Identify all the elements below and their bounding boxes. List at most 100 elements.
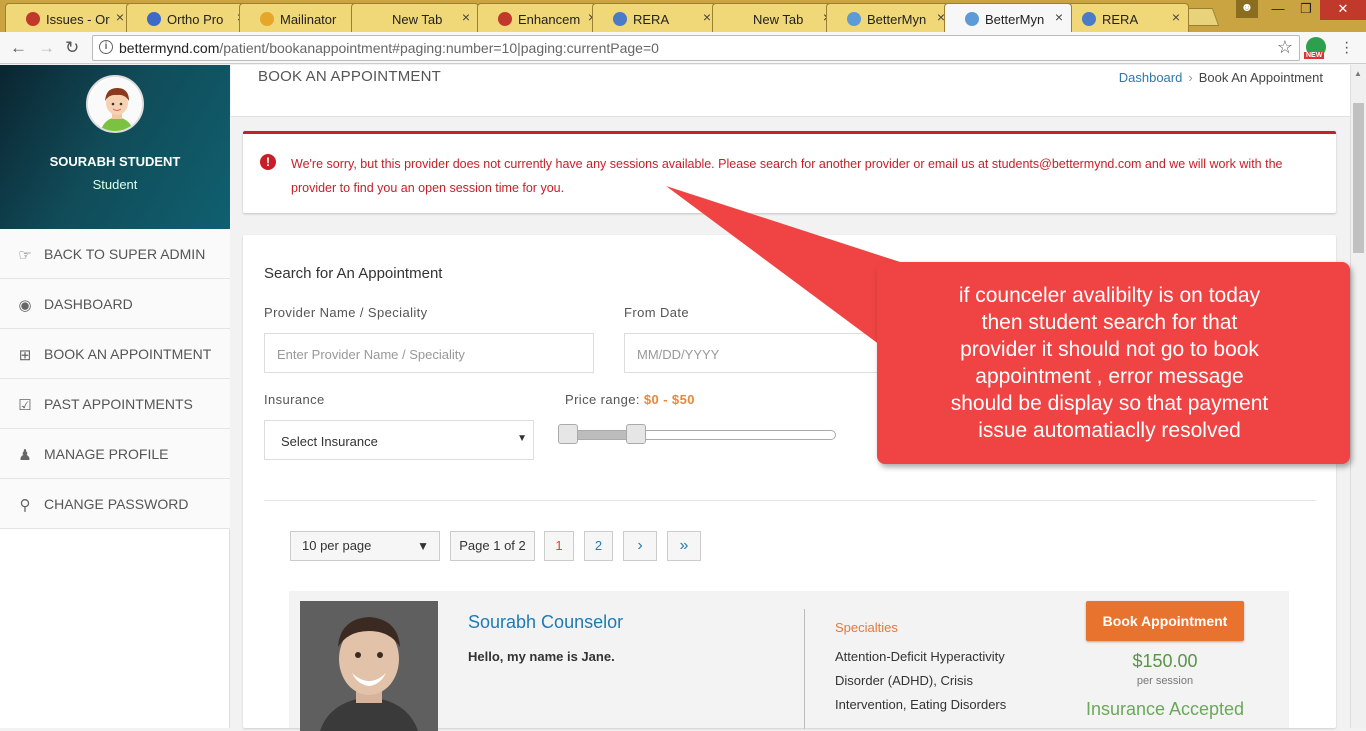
info-icon[interactable]: i	[99, 40, 113, 54]
dashboard-gauge-icon: ◉	[18, 297, 32, 314]
tab-close-icon[interactable]: ×	[462, 9, 470, 25]
page-title: BOOK AN APPOINTMENT	[258, 68, 442, 85]
tab-favicon-icon	[1082, 12, 1096, 26]
breadcrumb: Dashboard › Book An Appointment	[1119, 70, 1323, 85]
browser-tab[interactable]: New Tab×	[712, 3, 840, 32]
sidebar-item-label: BACK TO SUPER ADMIN	[44, 246, 206, 262]
page-button-1[interactable]: 1	[544, 531, 574, 561]
page-header: BOOK AN APPOINTMENT Dashboard › Book An Ap…	[231, 65, 1350, 117]
book-appointment-button[interactable]: Book Appointment	[1086, 601, 1244, 641]
scrollbar-thumb[interactable]	[1353, 103, 1364, 253]
tab-close-icon[interactable]: ×	[1055, 9, 1063, 25]
page-info: Page 1 of 2	[450, 531, 535, 561]
sidebar-item-label: PAST APPOINTMENTS	[44, 396, 193, 412]
browser-menu-icon[interactable]: · · ·	[1344, 35, 1349, 61]
browser-tab[interactable]: Enhancem×	[477, 3, 605, 32]
tab-label: Enhancem	[518, 12, 581, 27]
page-button-2[interactable]: 2	[584, 531, 613, 561]
browser-tab-bar: Issues - Or×Ortho Pro×Mailinator×New Tab…	[0, 0, 1366, 32]
chevron-down-icon: ▼	[417, 539, 429, 553]
price-min-handle[interactable]	[558, 424, 578, 444]
breadcrumb-dashboard-link[interactable]: Dashboard	[1119, 70, 1183, 85]
tab-label: New Tab	[392, 12, 443, 27]
calendar-plus-icon: ⊞	[18, 347, 32, 364]
scroll-up-arrow-icon[interactable]: ▲	[1354, 69, 1362, 78]
insurance-selected-value: Select Insurance	[281, 434, 378, 449]
back-hand-icon: ☞	[18, 247, 32, 264]
specialties-list: Attention-Deficit Hyperactivity Disorder…	[835, 649, 1007, 712]
per-session-label: per session	[1136, 675, 1194, 687]
provider-intro: Hello, my name is Jane.	[468, 649, 615, 664]
browser-tab[interactable]: RERA ×	[1061, 3, 1189, 32]
user-icon: ♟	[18, 447, 32, 464]
browser-tab[interactable]: BetterMyn ×	[944, 3, 1072, 32]
tab-favicon-icon	[847, 12, 861, 26]
tab-label: RERA	[633, 12, 670, 27]
sidebar-item-past-appointments[interactable]: ☑ PAST APPOINTMENTS	[0, 379, 230, 429]
error-alert-message: We're sorry, but this provider does not …	[291, 157, 1283, 195]
tab-label: Mailinator	[280, 12, 337, 27]
provider-photo	[300, 601, 438, 731]
sidebar-item-dashboard[interactable]: ◉ DASHBOARD	[0, 279, 230, 329]
address-bar: ← → ↻ i bettermynd.com/patient/bookanapp…	[0, 32, 1366, 64]
minimize-button[interactable]: —	[1264, 0, 1292, 20]
search-title: Search for An Appointment	[264, 265, 443, 282]
sidebar-item-back-to-super-admin[interactable]: ☞ BACK TO SUPER ADMIN	[0, 229, 230, 279]
sidebar: SOURABH STUDENT Student ☞ BACK TO SUPER …	[0, 65, 230, 728]
chevron-down-icon: ▼	[517, 433, 527, 444]
price-max-handle[interactable]	[625, 424, 646, 444]
tab-label: Issues - Or	[46, 12, 110, 27]
browser-tab[interactable]: BetterMyn ×	[826, 3, 954, 32]
exclamation-icon: !	[260, 154, 276, 170]
browser-tab[interactable]: New Tab ×	[351, 3, 479, 32]
provider-label: Provider Name / Speciality	[264, 305, 428, 320]
from-date-input[interactable]: MM/DD/YYYY	[624, 333, 884, 373]
price-range-value: $0 - $50	[643, 392, 695, 407]
tab-favicon-icon	[260, 12, 274, 26]
sidebar-item-manage-profile[interactable]: ♟ MANAGE PROFILE	[0, 429, 230, 479]
browser-tab[interactable]: Issues - Or ×	[5, 3, 133, 32]
sidebar-item-book-an-appointment[interactable]: ⊞ BOOK AN APPOINTMENT	[0, 329, 230, 379]
browser-tab[interactable]: RERA ×	[592, 3, 720, 32]
calendar-check-icon: ☑	[18, 397, 32, 414]
per-page-select[interactable]: 10 per page ▼	[290, 531, 440, 561]
specialties-title: Specialties	[835, 620, 898, 635]
next-page-button[interactable]: ›	[623, 531, 657, 561]
tab-favicon-icon	[613, 12, 627, 26]
bookmark-star-icon[interactable]: ☆	[1277, 37, 1293, 58]
tab-favicon-icon	[147, 12, 161, 26]
browser-tab[interactable]: Ortho Pro×	[126, 3, 254, 32]
provider-name-link[interactable]: Sourabh Counselor	[468, 612, 623, 633]
price-range-slider[interactable]	[566, 430, 836, 440]
sidebar-item-label: BOOK AN APPOINTMENT	[44, 346, 212, 362]
sidebar-item-label: MANAGE PROFILE	[44, 446, 169, 462]
insurance-accepted: Insurance Accepted	[1085, 699, 1245, 719]
last-page-button[interactable]: »	[667, 531, 701, 561]
tab-close-icon[interactable]: ×	[1172, 9, 1180, 25]
sidebar-item-change-password[interactable]: ⚲ CHANGE PASSWORD	[0, 479, 230, 529]
tab-label: BetterMyn	[985, 12, 1045, 27]
back-arrow-icon[interactable]: ←	[10, 38, 27, 58]
tab-label: Ortho Pro	[167, 12, 224, 27]
section-divider	[264, 500, 1316, 501]
insurance-select[interactable]: Select Insurance ▼	[264, 420, 534, 460]
tab-close-icon[interactable]: ×	[703, 9, 711, 25]
price-range-label-text: Price range:	[565, 392, 640, 407]
tab-label: New Tab	[753, 12, 804, 27]
per-page-value: 10 per page	[302, 538, 372, 553]
reload-icon[interactable]: ↻	[65, 38, 79, 58]
tab-close-icon[interactable]: ×	[116, 9, 124, 25]
key-icon: ⚲	[19, 497, 31, 514]
breadcrumb-separator-icon: ›	[1188, 70, 1193, 85]
browser-user-button[interactable]: ☻	[1236, 0, 1258, 18]
forward-arrow-icon[interactable]: →	[38, 38, 55, 58]
browser-tab[interactable]: Mailinator×	[239, 3, 367, 32]
url-path: /patient/bookanappointment#paging:number…	[219, 40, 659, 56]
tab-favicon-icon	[498, 12, 512, 26]
provider-search-input[interactable]: Enter Provider Name / Speciality	[264, 333, 594, 373]
url-input[interactable]: i bettermynd.com/patient/bookanappointme…	[92, 35, 1300, 61]
page-scrollbar[interactable]: ▲	[1350, 65, 1366, 728]
window-close-button[interactable]: ✕	[1320, 0, 1366, 20]
maximize-button[interactable]: ❐	[1292, 0, 1320, 20]
card-divider	[804, 609, 805, 729]
